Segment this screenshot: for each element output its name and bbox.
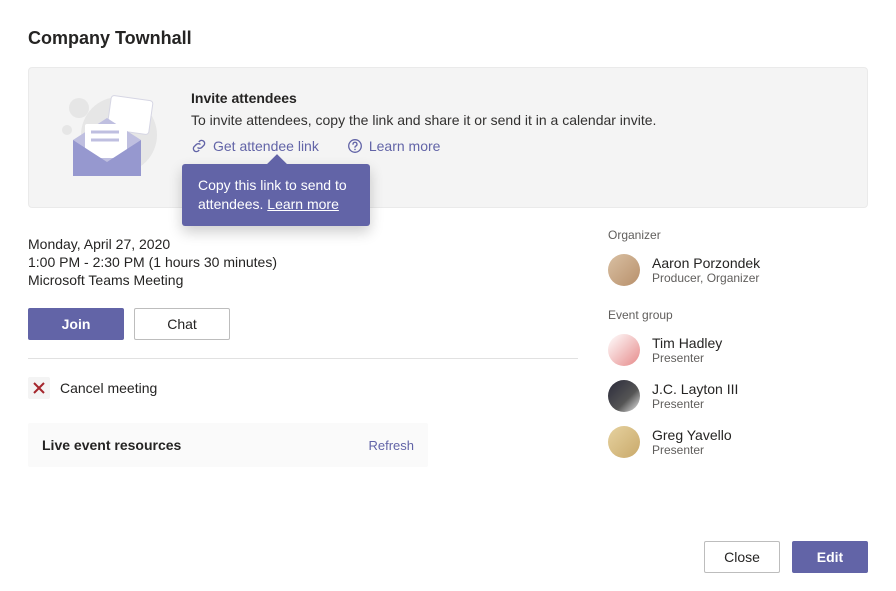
tooltip-line1: Copy this link to send to — [198, 177, 347, 193]
organizer-role: Producer, Organizer — [652, 271, 760, 285]
live-event-resources: Live event resources Refresh — [28, 423, 428, 467]
person-name: J.C. Layton III — [652, 381, 738, 397]
event-group-person: Tim Hadley Presenter — [608, 334, 868, 366]
refresh-link[interactable]: Refresh — [368, 438, 414, 453]
cancel-icon — [28, 377, 50, 399]
person-name: Greg Yavello — [652, 427, 732, 443]
organizer-name: Aaron Porzondek — [652, 255, 760, 271]
meeting-location: Microsoft Teams Meeting — [28, 272, 578, 288]
invite-card: Invite attendees To invite attendees, co… — [28, 67, 868, 208]
attendee-link-tooltip: Copy this link to send to attendees. Lea… — [182, 164, 370, 226]
event-group-person: J.C. Layton III Presenter — [608, 380, 868, 412]
avatar — [608, 426, 640, 458]
link-icon — [191, 138, 207, 154]
invite-text: To invite attendees, copy the link and s… — [191, 112, 847, 128]
event-group-person: Greg Yavello Presenter — [608, 426, 868, 458]
close-button[interactable]: Close — [704, 541, 780, 573]
person-role: Presenter — [652, 351, 722, 365]
avatar — [608, 254, 640, 286]
meeting-date: Monday, April 27, 2020 — [28, 236, 578, 252]
chat-button[interactable]: Chat — [134, 308, 230, 340]
event-group-section-label: Event group — [608, 308, 868, 322]
learn-more-label: Learn more — [369, 138, 441, 154]
avatar — [608, 334, 640, 366]
page-title: Company Townhall — [28, 28, 868, 49]
organizer-person: Aaron Porzondek Producer, Organizer — [608, 254, 868, 286]
tooltip-learn-more[interactable]: Learn more — [267, 196, 339, 212]
meeting-meta: Monday, April 27, 2020 1:00 PM - 2:30 PM… — [28, 236, 578, 288]
organizer-section-label: Organizer — [608, 228, 868, 242]
meeting-time: 1:00 PM - 2:30 PM (1 hours 30 minutes) — [28, 254, 578, 270]
edit-button[interactable]: Edit — [792, 541, 868, 573]
invite-illustration — [49, 90, 169, 185]
person-role: Presenter — [652, 443, 732, 457]
get-attendee-link[interactable]: Get attendee link — [191, 138, 319, 154]
invite-heading: Invite attendees — [191, 90, 847, 106]
divider — [28, 358, 578, 359]
learn-more-link[interactable]: Learn more — [347, 138, 441, 154]
person-role: Presenter — [652, 397, 738, 411]
get-attendee-link-label: Get attendee link — [213, 138, 319, 154]
tooltip-line2-prefix: attendees. — [198, 196, 267, 212]
resources-label: Live event resources — [42, 437, 181, 453]
help-icon — [347, 138, 363, 154]
avatar — [608, 380, 640, 412]
cancel-meeting[interactable]: Cancel meeting — [28, 377, 578, 399]
person-name: Tim Hadley — [652, 335, 722, 351]
cancel-meeting-label: Cancel meeting — [60, 380, 157, 396]
join-button[interactable]: Join — [28, 308, 124, 340]
